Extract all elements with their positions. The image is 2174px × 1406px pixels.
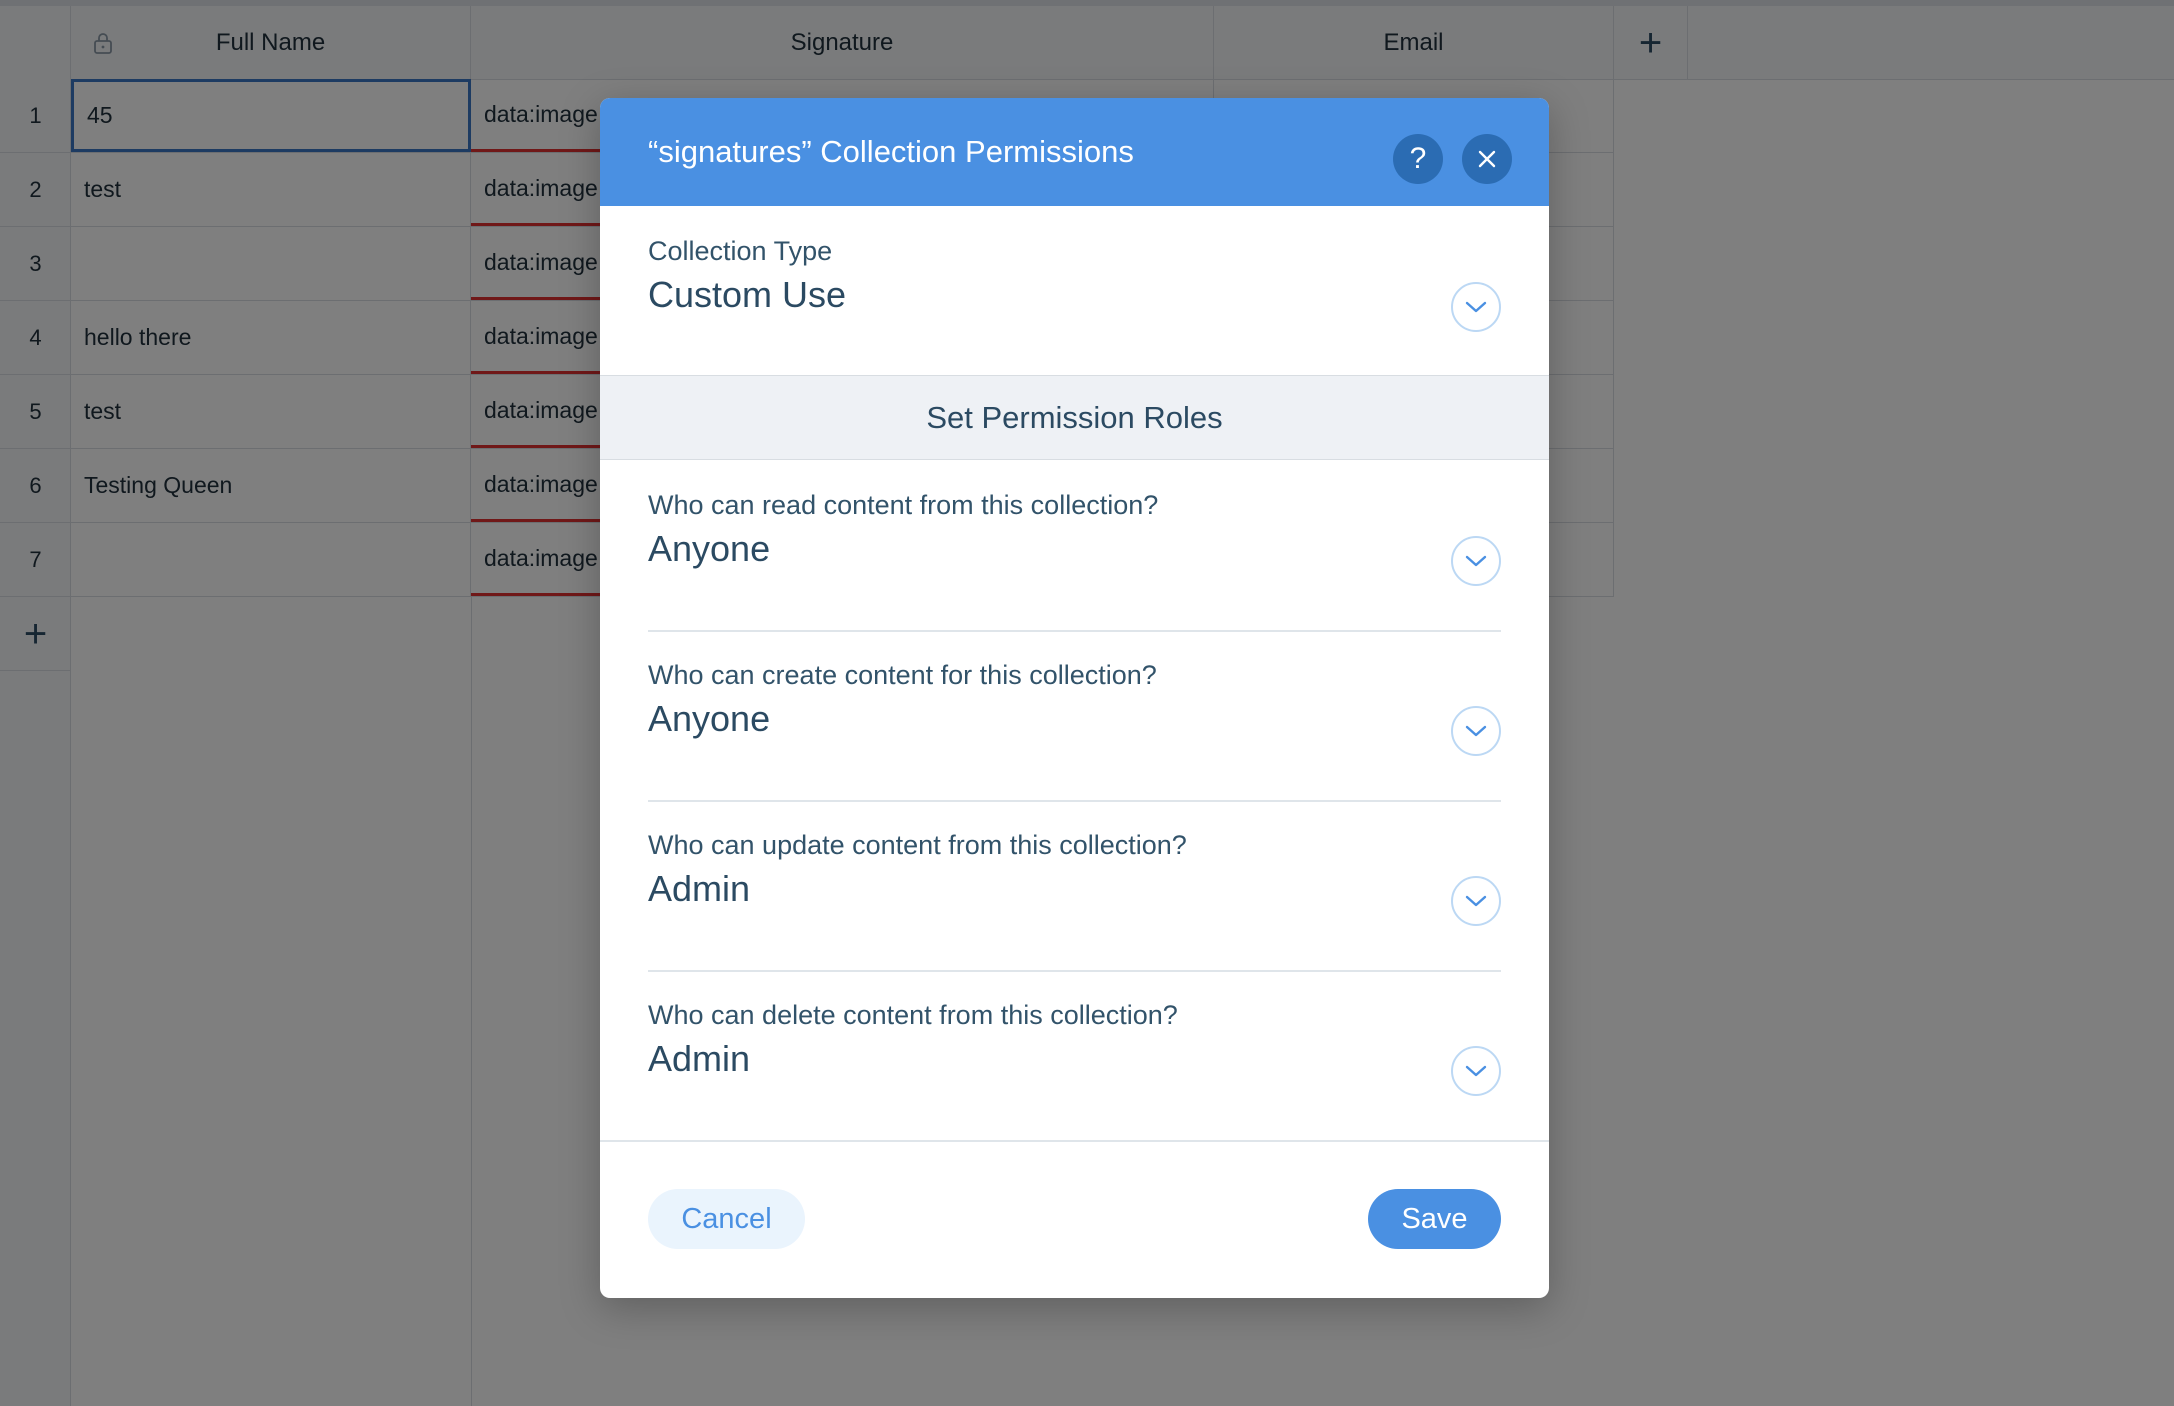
- help-button[interactable]: ?: [1393, 134, 1443, 184]
- collection-permissions-dialog: “signatures” Collection Permissions ? Co…: [600, 98, 1549, 1298]
- chevron-down-icon: [1465, 895, 1487, 907]
- collection-type-label: Collection Type: [648, 236, 833, 266]
- chevron-down-icon: [1465, 555, 1487, 567]
- update-permission-question: Who can update content from this collect…: [648, 830, 1187, 860]
- dialog-title: “signatures” Collection Permissions: [648, 134, 1134, 169]
- read-permission-field: Who can read content from this collectio…: [648, 490, 1501, 610]
- cancel-button[interactable]: Cancel: [648, 1189, 805, 1249]
- read-permission-dropdown[interactable]: [1451, 536, 1501, 586]
- update-permission-value[interactable]: Admin: [648, 868, 750, 910]
- save-button[interactable]: Save: [1368, 1189, 1501, 1249]
- field-divider: [648, 630, 1501, 632]
- create-permission-value[interactable]: Anyone: [648, 698, 770, 740]
- create-permission-question: Who can create content for this collecti…: [648, 660, 1157, 690]
- update-permission-field: Who can update content from this collect…: [648, 830, 1501, 950]
- chevron-down-icon: [1465, 301, 1487, 313]
- field-divider: [648, 970, 1501, 972]
- delete-permission-question: Who can delete content from this collect…: [648, 1000, 1178, 1030]
- collection-type-field: Collection Type Custom Use: [648, 236, 1501, 356]
- permission-roles-heading: Set Permission Roles: [600, 375, 1549, 460]
- chevron-down-icon: [1465, 725, 1487, 737]
- close-button[interactable]: [1462, 134, 1512, 184]
- field-divider: [648, 800, 1501, 802]
- close-icon: [1478, 150, 1496, 168]
- chevron-down-icon: [1465, 1065, 1487, 1077]
- create-permission-dropdown[interactable]: [1451, 706, 1501, 756]
- read-permission-question: Who can read content from this collectio…: [648, 490, 1159, 520]
- delete-permission-dropdown[interactable]: [1451, 1046, 1501, 1096]
- dialog-header: “signatures” Collection Permissions ?: [600, 98, 1549, 206]
- delete-permission-field: Who can delete content from this collect…: [648, 1000, 1501, 1120]
- permission-roles-title: Set Permission Roles: [926, 399, 1223, 435]
- update-permission-dropdown[interactable]: [1451, 876, 1501, 926]
- create-permission-field: Who can create content for this collecti…: [648, 660, 1501, 780]
- footer-divider: [600, 1140, 1549, 1142]
- help-icon: ?: [1409, 142, 1427, 175]
- delete-permission-value[interactable]: Admin: [648, 1038, 750, 1080]
- collection-type-dropdown[interactable]: [1451, 282, 1501, 332]
- collection-type-value[interactable]: Custom Use: [648, 274, 846, 316]
- read-permission-value[interactable]: Anyone: [648, 528, 770, 570]
